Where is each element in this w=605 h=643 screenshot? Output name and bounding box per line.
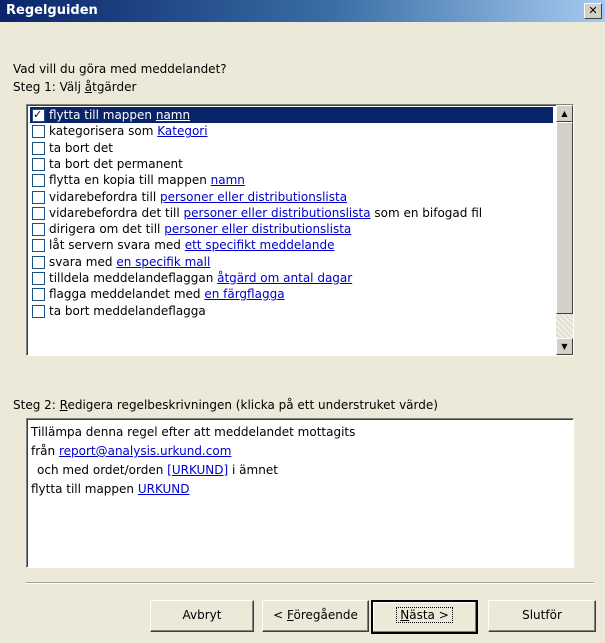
action-checkbox[interactable] bbox=[32, 239, 45, 253]
rule-description-box: Tillämpa denna regel efter att meddeland… bbox=[26, 418, 574, 568]
action-value-link[interactable]: Kategori bbox=[157, 124, 207, 138]
cancel-button[interactable]: Avbryt bbox=[150, 600, 254, 632]
action-value-link[interactable]: namn bbox=[156, 108, 190, 122]
action-label: flagga meddelandet med en färgflagga bbox=[49, 287, 285, 302]
action-checkbox[interactable] bbox=[32, 190, 45, 204]
action-item[interactable]: vidarebefordra till personer eller distr… bbox=[30, 189, 553, 205]
scroll-thumb[interactable] bbox=[556, 122, 573, 314]
scroll-down-icon: ▼ bbox=[561, 342, 568, 351]
vertical-scrollbar[interactable]: ▲ ▼ bbox=[556, 105, 573, 355]
subject-word-link[interactable]: [URKUND] bbox=[167, 463, 228, 477]
description-line: Tillämpa denna regel efter att meddeland… bbox=[31, 425, 356, 439]
action-checkbox[interactable] bbox=[32, 174, 45, 188]
from-address-link[interactable]: report@analysis.urkund.com bbox=[59, 444, 231, 458]
action-item[interactable]: ta bort meddelandeflagga bbox=[30, 303, 553, 319]
action-label: tilldela meddelandeflaggan åtgärd om ant… bbox=[49, 271, 353, 285]
action-checkbox[interactable] bbox=[32, 223, 45, 237]
action-label: ta bort det permanent bbox=[49, 156, 183, 171]
action-value-link[interactable]: personer eller distributionslista bbox=[184, 206, 371, 220]
action-label: vidarebefordra det till personer eller d… bbox=[49, 205, 483, 220]
scroll-down-button[interactable]: ▼ bbox=[556, 338, 573, 355]
action-checkbox[interactable] bbox=[32, 157, 45, 171]
action-item[interactable]: vidarebefordra det till personer eller d… bbox=[30, 205, 553, 221]
action-checkbox[interactable] bbox=[32, 141, 45, 155]
action-checkbox[interactable] bbox=[32, 272, 45, 285]
action-label: kategorisera som Kategori bbox=[49, 124, 208, 139]
action-label: ta bort meddelandeflagga bbox=[49, 303, 206, 318]
next-button[interactable]: Nästa > bbox=[371, 600, 478, 634]
close-button[interactable]: ✕ bbox=[584, 3, 602, 19]
actions-listbox[interactable]: flytta till mappen namn kategorisera som … bbox=[26, 104, 574, 356]
action-value-link[interactable]: en färgflagga bbox=[204, 287, 284, 301]
action-label: svara med en specifik mall bbox=[49, 254, 211, 269]
action-item[interactable]: dirigera om det till personer eller dist… bbox=[30, 221, 553, 237]
description-word-line: och med ordet/orden [URKUND] i ämnet bbox=[37, 463, 278, 477]
step2-label: Steg 2: Redigera regelbeskrivningen (kli… bbox=[13, 398, 438, 412]
action-item[interactable]: flytta en kopia till mappen namn bbox=[30, 172, 553, 188]
action-item[interactable]: låt servern svara med ett specifikt medd… bbox=[30, 237, 553, 253]
action-checkbox[interactable] bbox=[32, 255, 45, 269]
action-label: dirigera om det till personer eller dist… bbox=[49, 222, 352, 237]
action-value-link[interactable]: ett specifikt meddelande bbox=[185, 238, 335, 252]
action-item[interactable]: ta bort det permanent bbox=[30, 156, 553, 172]
step1-label: Steg 1: Välj åtgärder bbox=[13, 80, 137, 94]
scroll-up-icon: ▲ bbox=[561, 109, 568, 118]
action-item[interactable]: kategorisera som Kategori bbox=[30, 123, 553, 139]
window-title: Regelguiden bbox=[6, 3, 98, 18]
folder-link[interactable]: URKUND bbox=[138, 482, 190, 496]
action-value-link[interactable]: en specifik mall bbox=[116, 255, 210, 269]
prompt-label: Vad vill du göra med meddelandet? bbox=[13, 62, 227, 76]
action-label: låt servern svara med ett specifikt medd… bbox=[49, 238, 335, 253]
finish-button[interactable]: Slutför bbox=[488, 600, 596, 632]
action-checkbox[interactable] bbox=[32, 288, 45, 302]
action-checkbox[interactable] bbox=[32, 304, 45, 318]
close-icon: ✕ bbox=[588, 4, 598, 17]
action-item[interactable]: flagga meddelandet med en färgflagga bbox=[30, 286, 553, 302]
action-value-link[interactable]: personer eller distributionslista bbox=[160, 190, 347, 204]
action-value-link[interactable]: namn bbox=[211, 173, 245, 187]
action-label: flytta till mappen namn bbox=[49, 108, 191, 122]
action-item[interactable]: ta bort det bbox=[30, 140, 553, 156]
scroll-up-button[interactable]: ▲ bbox=[556, 105, 573, 122]
action-checkbox[interactable] bbox=[32, 125, 45, 139]
action-label: flytta en kopia till mappen namn bbox=[49, 173, 245, 188]
action-label: ta bort det bbox=[49, 140, 113, 155]
action-label: vidarebefordra till personer eller distr… bbox=[49, 189, 348, 204]
description-from-line: från report@analysis.urkund.com bbox=[31, 444, 232, 458]
back-button[interactable]: < Föregående bbox=[262, 600, 369, 632]
separator bbox=[26, 582, 594, 584]
action-item[interactable]: flytta till mappen namn bbox=[30, 107, 553, 123]
action-checkbox[interactable] bbox=[32, 107, 45, 123]
action-item[interactable]: tilldela meddelandeflaggan åtgärd om ant… bbox=[30, 270, 553, 286]
action-item[interactable]: svara med en specifik mall bbox=[30, 254, 553, 270]
action-checkbox[interactable] bbox=[32, 206, 45, 220]
action-value-link[interactable]: åtgärd om antal dagar bbox=[217, 271, 352, 285]
action-value-link[interactable]: personer eller distributionslista bbox=[164, 222, 351, 236]
description-move-line: flytta till mappen URKUND bbox=[31, 482, 190, 496]
title-bar: Regelguiden ✕ bbox=[0, 0, 605, 22]
